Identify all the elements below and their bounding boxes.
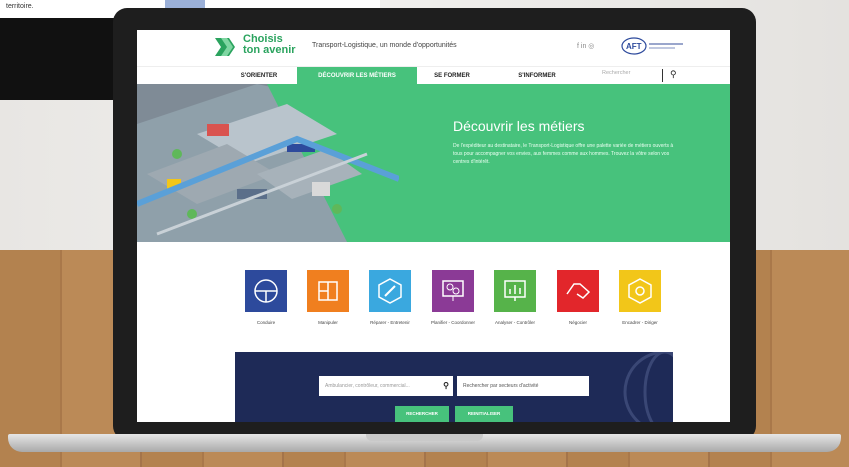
category-label[interactable]: Conduire — [236, 320, 296, 326]
steering-wheel-icon — [245, 270, 287, 312]
category-tile-1[interactable] — [307, 270, 349, 312]
keyword-search-input[interactable]: Ambulancier, contrôleur, commercial... ⚲ — [319, 376, 453, 396]
site-tagline: Transport-Logistique, un monde d'opportu… — [312, 42, 457, 49]
search-icon[interactable]: ⚲ — [670, 69, 677, 80]
svg-text:AFT: AFT — [626, 42, 642, 51]
site-logo-text[interactable]: Choisis ton avenir — [243, 34, 296, 56]
hero-banner: Découvrir les métiers De l'expéditeur au… — [137, 84, 730, 242]
nav-search-input[interactable]: Rechercher — [602, 70, 630, 76]
choisis-logo-icon[interactable] — [215, 36, 239, 58]
aft-logo-icon[interactable]: AFT — [621, 36, 691, 56]
nav-item-se-former[interactable]: SE FORMER — [427, 67, 477, 85]
chart-icon — [494, 270, 536, 312]
target-icon — [619, 270, 661, 312]
isometric-city-illustration — [137, 84, 399, 242]
nav-divider — [662, 69, 663, 82]
category-tile-4[interactable] — [494, 270, 536, 312]
category-tile-2[interactable] — [369, 270, 411, 312]
category-label[interactable]: Réparer - Entretenir — [360, 320, 420, 326]
nav-item-sorienter[interactable]: S'ORIENTER — [229, 67, 289, 85]
search-panel — [235, 352, 673, 422]
planning-icon — [432, 270, 474, 312]
category-label[interactable]: Analyser - Contrôler — [485, 320, 545, 326]
category-tile-6[interactable] — [619, 270, 661, 312]
reset-button[interactable]: REINITIALISER — [455, 406, 513, 422]
background-monitor-text: territoire. — [6, 3, 34, 10]
site-header: Choisis ton avenir Transport-Logistique,… — [137, 30, 730, 66]
category-label[interactable]: Planifier - Coordonner — [423, 320, 483, 326]
boxes-icon — [307, 270, 349, 312]
wrench-icon — [369, 270, 411, 312]
website-screen: Choisis ton avenir Transport-Logistique,… — [137, 30, 730, 422]
hero-description: De l'expéditeur au ‎destinataire, le Tra… — [453, 143, 674, 165]
category-tile-5[interactable] — [557, 270, 599, 312]
category-tile-3[interactable] — [432, 270, 474, 312]
main-nav: S'ORIENTER DÉCOUVRIR LES MÉTIERS SE FORM… — [137, 66, 730, 85]
sector-search-select[interactable]: Rechercher par secteurs d'activité — [457, 376, 589, 396]
laptop-notch — [366, 434, 483, 441]
category-label[interactable]: Négocier — [548, 320, 608, 326]
search-button[interactable]: RECHERCHER — [395, 406, 449, 422]
nav-item-sinformer[interactable]: S'INFORMER — [507, 67, 567, 85]
category-tile-0[interactable] — [245, 270, 287, 312]
decorative-globe-icon — [623, 352, 673, 422]
category-label[interactable]: Manipuler — [298, 320, 358, 326]
handshake-icon — [557, 270, 599, 312]
nav-item-decouvrir-metiers[interactable]: DÉCOUVRIR LES MÉTIERS — [297, 67, 417, 85]
search-icon[interactable]: ⚲ — [443, 376, 449, 396]
social-links[interactable]: f in ◎ — [577, 42, 594, 50]
hero-title: Découvrir les métiers — [453, 118, 585, 134]
category-label[interactable]: Encadrer - Diriger — [610, 320, 670, 326]
